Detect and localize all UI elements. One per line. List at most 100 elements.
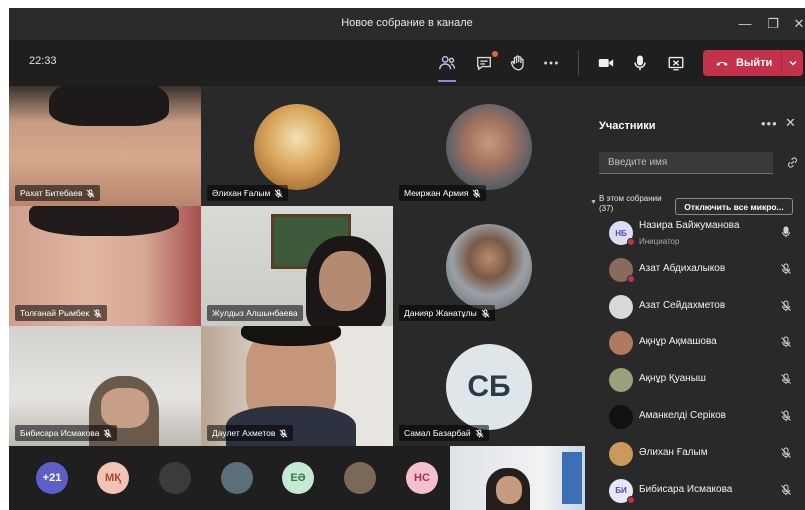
name-tag: Даулет Ахметов [207,425,294,441]
participant-row[interactable]: Ақнұр Ақмашова [597,327,797,357]
participant-name: Әлихан Ғалым [212,188,271,198]
more-options-icon[interactable] [539,51,563,75]
roster-avatar[interactable] [344,462,376,494]
close-window-button[interactable]: ✕ [787,14,805,34]
video-tile[interactable]: Әлихан Ғалым [201,86,393,206]
restore-button[interactable]: ❐ [761,14,785,34]
participant-row[interactable]: Азат Сейдахметов [597,291,797,321]
microphone-icon[interactable] [780,226,792,238]
video-tile[interactable]: СБ Самал Базарбай [393,326,585,446]
video-grid: Рахат Битебаев Әлихан Ғалым Меиржан Арми… [9,86,585,446]
raise-hand-icon[interactable] [506,51,530,75]
roster-avatar[interactable]: ЕӘ [282,462,314,494]
name-tag: Данияр Жанатұлы [399,305,495,321]
participant-row[interactable]: Әлихан Ғалым [597,438,797,468]
participants-panel: Участники ••• ✕ ▼ В этом собрании (37) О… [585,86,805,510]
mic-muted-icon[interactable] [780,484,792,496]
face-shape [101,388,149,428]
window-title: Новое собрание в канале [341,17,473,29]
participant-name: Меиржан Армия [404,188,469,198]
name-tag: Әлихан Ғалым [207,185,289,201]
wall-poster [562,452,582,504]
chat-notification-dot [492,51,498,57]
roster-avatar[interactable] [159,462,191,494]
participant-row[interactable]: Азат Абдихалыков [597,254,797,284]
mic-muted-icon [481,308,490,318]
title-bar: Новое собрание в канале — ❐ ✕ [9,8,805,40]
name-tag: Самал Базарбай [399,425,489,441]
participant-search-input[interactable] [599,152,773,174]
participant-row[interactable]: НБ Назира Байжуманова Инициатор [597,217,797,247]
camera-icon[interactable] [594,51,618,75]
mic-muted-icon [473,188,481,198]
participant-avatar [609,368,633,393]
panel-more-options[interactable]: ••• [761,116,778,131]
video-tile[interactable]: Рахат Битебаев [9,86,201,206]
mic-muted-icon[interactable] [780,336,792,348]
participant-name: Аманкелді Серіков [639,410,726,421]
video-tile[interactable]: Данияр Жанатұлы [393,206,585,326]
participant-avatar [609,331,633,356]
video-tile[interactable]: Даулет Ахметов [201,326,393,446]
mic-muted-icon[interactable] [780,300,792,312]
participant-name: Толғанай Рымбек [20,308,90,318]
video-tile[interactable]: Жулдыз Алшынбаева [201,206,393,326]
panel-close-button[interactable]: ✕ [785,115,796,131]
roster-avatar[interactable]: НС [406,462,438,494]
participant-name: Әлихан Ғалым [639,446,708,458]
section-header-in-meeting: В этом собрании (37) [599,194,662,213]
participant-row[interactable]: БИ Бибисара Исмакова [597,475,797,505]
share-invite-icon[interactable] [786,156,799,169]
mic-muted-icon[interactable] [780,447,792,459]
meeting-timer: 22:33 [29,55,57,67]
name-tag: Рахат Битебаев [15,185,101,201]
participant-name: Бибисара Исмакова [20,428,100,438]
name-tag: Толғанай Рымбек [15,305,108,321]
leave-options-dropdown[interactable] [782,50,803,76]
name-tag: Жулдыз Алшынбаева [207,305,303,321]
participant-name: Самал Базарбай [404,428,471,438]
panel-title: Участники [599,120,656,132]
initials-avatar: СБ [446,344,532,430]
leave-label: Выйти [736,57,773,69]
mic-muted-icon [274,188,283,198]
participant-row[interactable]: Аманкелді Серіков [597,401,797,431]
video-tile[interactable]: Толғанай Рымбек [9,206,201,326]
microphone-icon[interactable] [628,51,652,75]
profile-photo [446,104,532,190]
minimize-button[interactable]: — [733,14,757,34]
leave-button[interactable]: Выйти [703,50,803,76]
participant-role: Инициатор [639,237,680,246]
participant-name: Азат Сейдахметов [639,299,726,311]
overflow-count-avatar[interactable]: +21 [36,462,68,494]
self-video-preview[interactable] [450,446,585,510]
video-tile[interactable]: Меиржан Армия [393,86,585,206]
mic-muted-icon[interactable] [780,373,792,385]
participant-name: Рахат Битебаев [20,188,83,198]
toolbar-separator [578,50,579,76]
mic-muted-icon [87,188,95,198]
mute-all-button[interactable]: Отключить все микро... [675,198,793,215]
face-shape [496,476,522,504]
mic-muted-icon[interactable] [780,410,792,422]
mic-muted-icon[interactable] [780,263,792,275]
participant-name: Бибисара Исмакова [639,483,733,495]
participant-roster: +21 МҚ ЕӘ НС [9,446,585,510]
presence-status-dot [627,238,635,246]
participant-row[interactable]: Ақнұр Қуаныш [597,364,797,394]
hang-up-icon [716,61,728,66]
collapse-caret-icon[interactable]: ▼ [590,199,597,206]
share-screen-icon[interactable] [664,51,688,75]
participant-name: Даулет Ахметов [212,428,276,438]
leave-main[interactable]: Выйти [703,50,781,76]
roster-avatar[interactable] [221,462,253,494]
mic-muted-icon [279,428,288,438]
mic-muted-icon [475,428,483,438]
participant-name: Жулдыз Алшынбаева [212,308,298,318]
name-tag: Меиржан Армия [399,185,487,201]
roster-avatar[interactable]: МҚ [97,462,129,494]
participant-name: Ақнұр Қуаныш [639,373,706,385]
participants-icon[interactable] [435,51,459,75]
video-tile[interactable]: Бибисара Исмакова [9,326,201,446]
face-shape [319,251,371,311]
